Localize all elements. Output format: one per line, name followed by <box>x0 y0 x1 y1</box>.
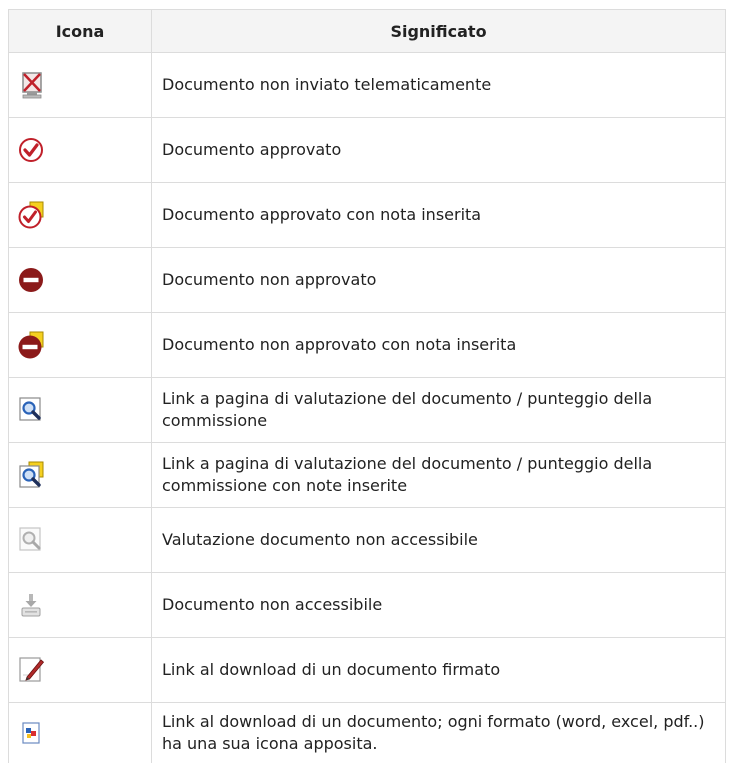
row-description: Link al download di un documento firmato <box>152 638 726 703</box>
table-row: Link al download di un documento; ogni f… <box>9 703 726 763</box>
table-row: Link al download di un documento firmato <box>9 638 726 703</box>
row-description: Valutazione documento non accessibile <box>152 508 726 573</box>
table-row: Documento non inviato telematicamente <box>9 53 726 118</box>
header-icon-column: Icona <box>9 10 152 53</box>
document-download-icon <box>17 718 47 748</box>
approved-icon <box>17 135 47 165</box>
icon-legend-table: Icona Significato Documento non inviato … <box>8 9 726 763</box>
table-row: Link a pagina di valutazione del documen… <box>9 378 726 443</box>
table-row: Documento non approvato <box>9 248 726 313</box>
evaluation-link-with-notes-icon <box>17 460 47 490</box>
table-row: Link a pagina di valutazione del documen… <box>9 443 726 508</box>
not-approved-icon <box>17 265 47 295</box>
table-row: Valutazione documento non accessibile <box>9 508 726 573</box>
header-meaning-column: Significato <box>152 10 726 53</box>
row-description: Documento approvato <box>152 118 726 183</box>
row-description: Documento non approvato con nota inserit… <box>152 313 726 378</box>
row-description: Documento non accessibile <box>152 573 726 638</box>
signed-document-download-icon <box>17 655 47 685</box>
not-approved-with-note-icon <box>17 330 47 360</box>
row-description: Documento non approvato <box>152 248 726 313</box>
approved-with-note-icon <box>17 200 47 230</box>
row-description: Link a pagina di valutazione del documen… <box>152 443 726 508</box>
row-description: Documento non inviato telematicamente <box>152 53 726 118</box>
row-description: Link a pagina di valutazione del documen… <box>152 378 726 443</box>
table-row: Documento non approvato con nota inserit… <box>9 313 726 378</box>
table-row: Documento approvato con nota inserita <box>9 183 726 248</box>
row-description: Link al download di un documento; ogni f… <box>152 703 726 763</box>
evaluation-disabled-icon <box>17 525 47 555</box>
row-description: Documento approvato con nota inserita <box>152 183 726 248</box>
table-row: Documento non accessibile <box>9 573 726 638</box>
evaluation-link-icon <box>17 395 47 425</box>
table-row: Documento approvato <box>9 118 726 183</box>
download-disabled-icon <box>17 590 47 620</box>
not-sent-icon <box>17 70 47 100</box>
table-header-row: Icona Significato <box>9 10 726 53</box>
